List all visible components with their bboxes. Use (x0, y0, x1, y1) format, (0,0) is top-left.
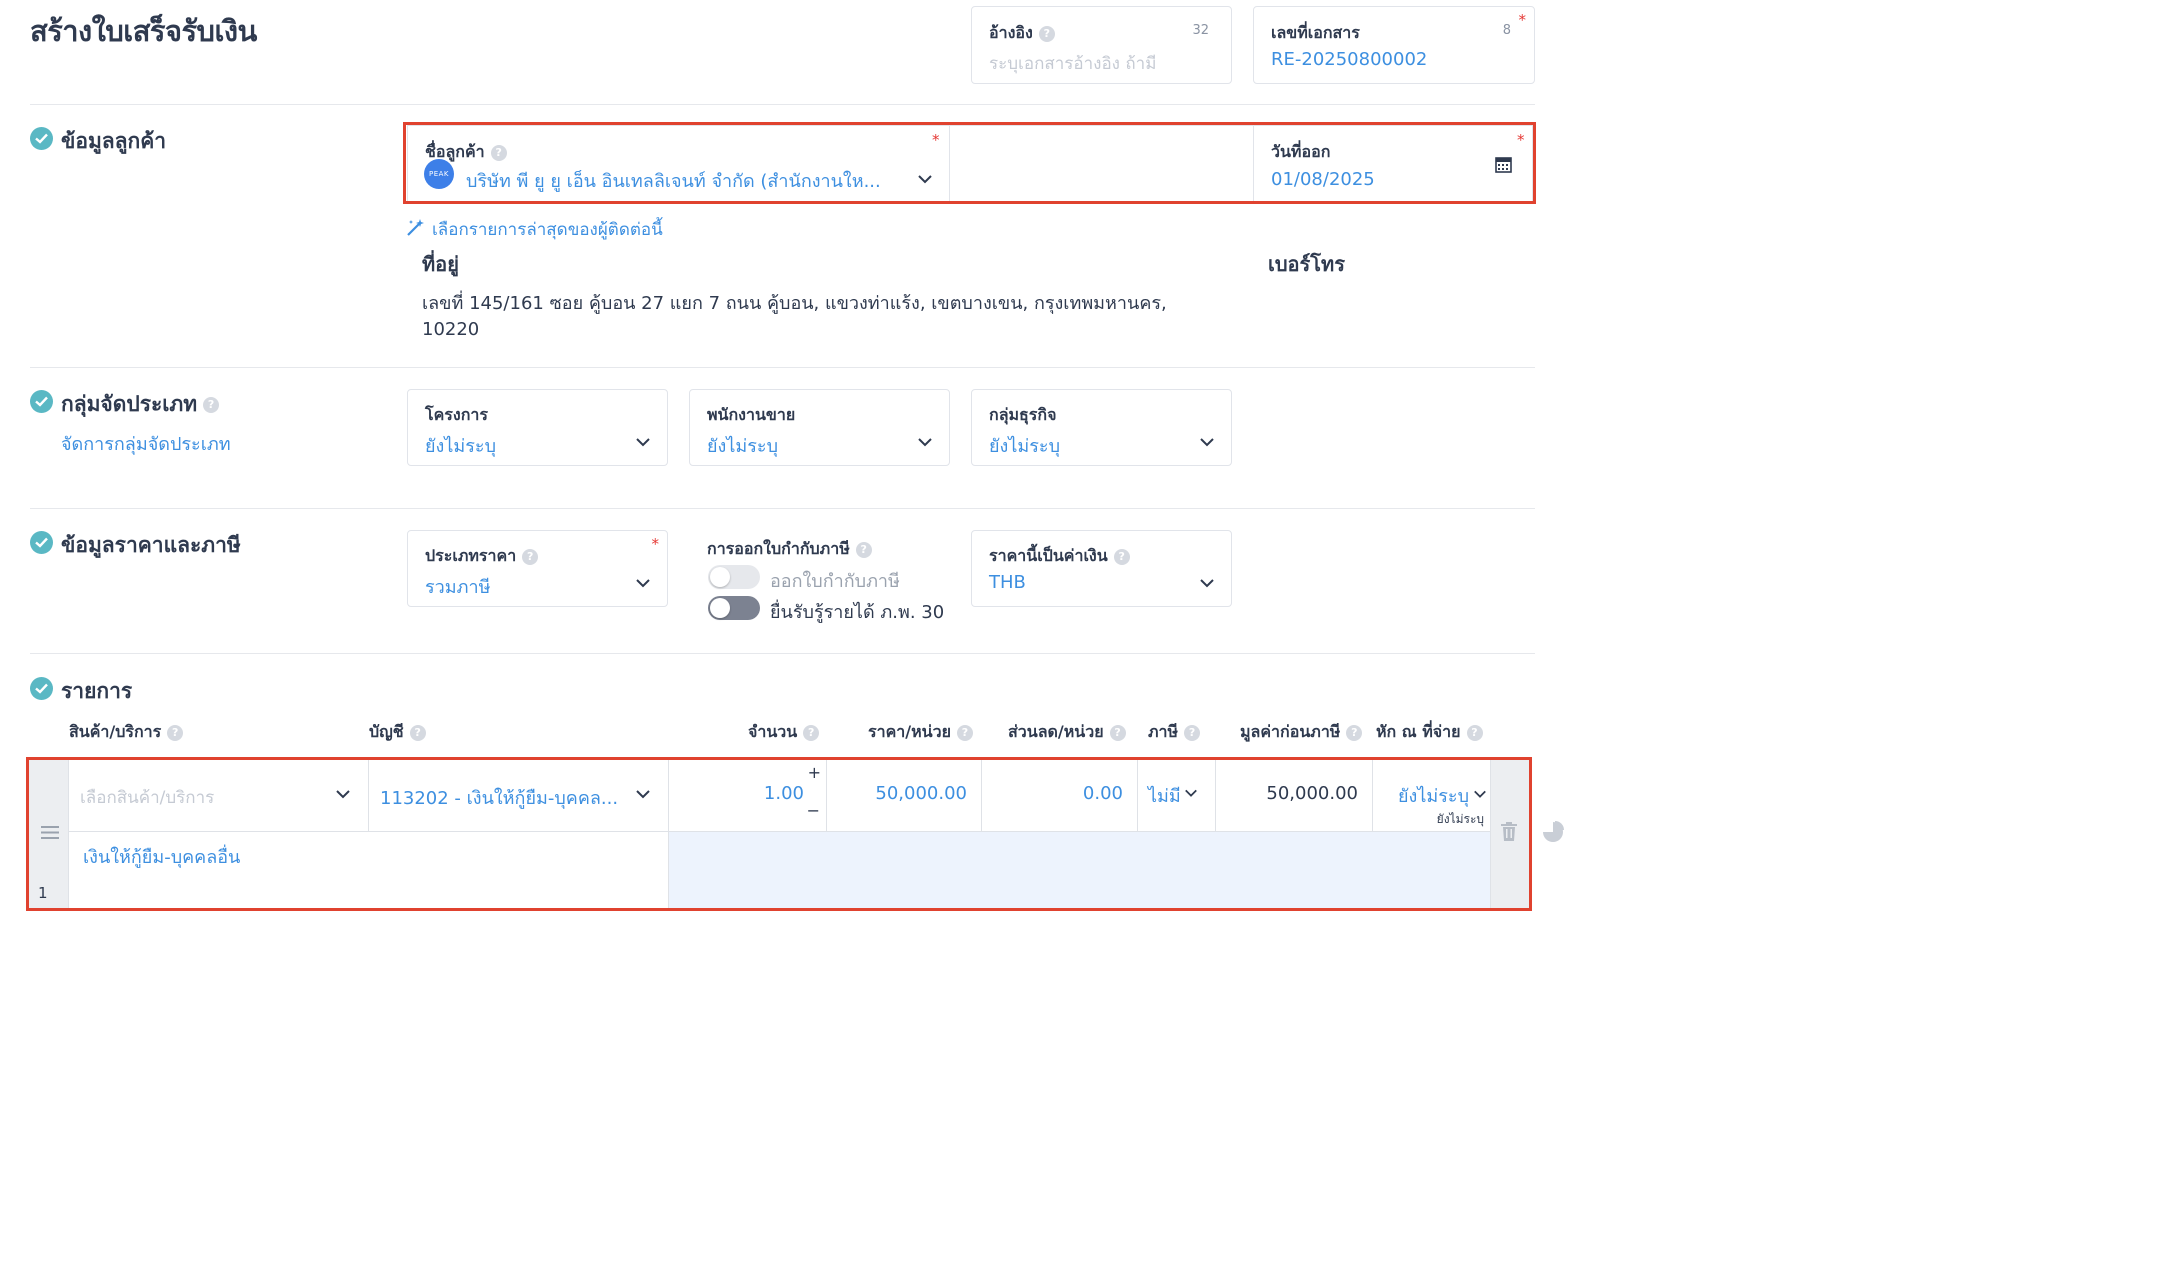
toggle-knob (710, 567, 730, 587)
price-type-value: รวมภาษี (425, 577, 491, 598)
reference-field[interactable]: อ้างอิง? 32 ระบุเอกสารอ้างอิง ถ้ามี (971, 6, 1232, 84)
col-pre-tax: มูลค่าก่อนภาษี (1240, 722, 1341, 741)
manage-groups-link[interactable]: จัดการกลุ่มจัดประเภท (61, 429, 231, 458)
help-icon[interactable]: ? (1466, 724, 1483, 741)
chevron-down-icon (918, 438, 932, 447)
col-tax: ภาษี (1148, 722, 1179, 741)
help-icon[interactable]: ? (1184, 724, 1201, 741)
check-circle-icon (30, 531, 53, 554)
doc-number-field[interactable]: เลขที่เอกสาร 8 * RE-20250800002 (1253, 6, 1535, 84)
reference-label: อ้างอิง (989, 23, 1033, 42)
currency-label: ราคานี้เป็นค่าเงิน (989, 546, 1108, 565)
chevron-down-icon (1200, 438, 1214, 447)
divider (30, 367, 1535, 368)
chevron-down-icon (1200, 579, 1214, 588)
col-account: บัญชี (369, 722, 404, 741)
address-label: ที่อยู่ (422, 252, 459, 276)
col-discount: ส่วนลด/หน่วย (1008, 722, 1104, 741)
highlight-frame (403, 122, 1536, 204)
salesperson-label: พนักงานขาย (707, 405, 796, 424)
address-line: 10220 (422, 319, 480, 340)
doc-number-label: เลขที่เอกสาร (1271, 23, 1360, 42)
col-product: สินค้า/บริการ (69, 722, 162, 741)
col-withholding: หัก ณ ที่จ่าย (1376, 722, 1461, 741)
phone-label: เบอร์โทร (1268, 252, 1345, 276)
address-line: เลขที่ 145/161 ซอย คู้บอน 27 แยก 7 ถนน ค… (422, 293, 1167, 314)
help-icon[interactable]: ? (803, 724, 820, 741)
price-type-label: ประเภทราคา (425, 546, 517, 565)
toggle-knob (710, 598, 730, 618)
required-marker: * (651, 535, 660, 553)
pp30-toggle[interactable] (708, 596, 760, 620)
help-icon[interactable]: ? (956, 724, 973, 741)
pie-chart-icon[interactable] (1542, 821, 1564, 843)
help-icon[interactable]: ? (1038, 25, 1055, 42)
required-marker: * (1518, 11, 1527, 29)
col-quantity: จำนวน (748, 722, 798, 741)
page-title: สร้างใบเสร็จรับเงิน (30, 14, 257, 48)
divider (30, 508, 1535, 509)
col-unit-price: ราคา/หน่วย (868, 722, 951, 741)
section-heading-items: รายการ (61, 679, 133, 703)
highlight-frame (26, 757, 1532, 911)
project-value: ยังไม่ระบุ (425, 436, 497, 457)
chevron-down-icon (636, 579, 650, 588)
section-heading-customer: ข้อมูลลูกค้า (61, 129, 167, 153)
help-icon[interactable]: ? (1346, 724, 1363, 741)
salesperson-value: ยังไม่ระบุ (707, 436, 779, 457)
tax-invoice-label: การออกใบกำกับภาษี (707, 539, 850, 558)
help-icon[interactable]: ? (1109, 724, 1126, 741)
project-label: โครงการ (425, 405, 488, 424)
check-circle-icon (30, 677, 53, 700)
help-icon[interactable]: ? (409, 724, 426, 741)
business-group-label: กลุ่มธุรกิจ (989, 405, 1057, 424)
check-circle-icon (30, 127, 53, 150)
divider (30, 653, 1535, 654)
divider (30, 104, 1535, 105)
business-group-select[interactable]: กลุ่มธุรกิจ ยังไม่ระบุ (971, 389, 1232, 466)
help-icon[interactable]: ? (855, 541, 872, 558)
project-select[interactable]: โครงการ ยังไม่ระบุ (407, 389, 668, 466)
help-icon[interactable]: ? (1113, 548, 1130, 565)
reference-char-count: 32 (1192, 23, 1209, 38)
currency-select[interactable]: ราคานี้เป็นค่าเงิน? THB (971, 530, 1232, 607)
currency-value: THB (989, 572, 1026, 593)
issue-tax-invoice-toggle[interactable] (708, 565, 760, 589)
salesperson-select[interactable]: พนักงานขาย ยังไม่ระบุ (689, 389, 950, 466)
section-heading-pricing: ข้อมูลราคาและภาษี (61, 533, 241, 557)
section-heading-classification: กลุ่มจัดประเภท (61, 392, 198, 416)
check-circle-icon (30, 390, 53, 413)
business-group-value: ยังไม่ระบุ (989, 436, 1061, 457)
help-icon[interactable]: ? (203, 397, 220, 413)
recent-items-text: เลือกรายการล่าสุดของผู้ติดต่อนี้ (432, 220, 663, 240)
help-icon[interactable]: ? (522, 548, 539, 565)
reference-input[interactable]: ระบุเอกสารอ้างอิง ถ้ามี (989, 50, 1156, 77)
pp30-label: ยื่นรับรู้รายได้ ภ.พ. 30 (770, 602, 945, 623)
doc-number-char-count: 8 (1502, 23, 1511, 38)
price-type-select[interactable]: ประเภทราคา? * รวมภาษี (407, 530, 668, 607)
magic-wand-icon (407, 219, 424, 236)
doc-number-input[interactable]: RE-20250800002 (1271, 49, 1427, 70)
chevron-down-icon (636, 438, 650, 447)
issue-tax-invoice-label: ออกใบกำกับภาษี (770, 571, 900, 592)
help-icon[interactable]: ? (167, 724, 184, 741)
